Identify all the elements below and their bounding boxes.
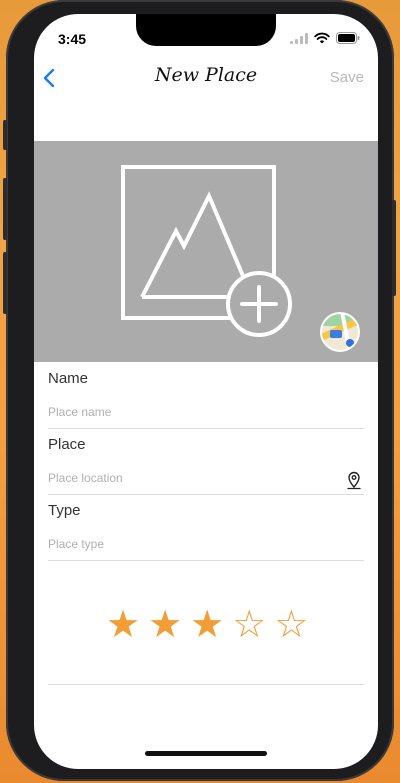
rating-control: ★ ★ ★ ☆ ☆ (106, 604, 308, 644)
mute-switch (3, 120, 7, 150)
star-1-filled-icon[interactable]: ★ (106, 604, 140, 644)
screen: 3:45 New Place Save Name Place name Plac… (34, 14, 378, 769)
status-time: 3:45 (58, 31, 87, 47)
divider (48, 684, 364, 685)
place-name-input[interactable] (48, 402, 364, 422)
place-label: Place (48, 436, 86, 453)
place-type-input[interactable] (48, 534, 364, 554)
home-indicator[interactable] (145, 751, 267, 756)
star-4-empty-icon[interactable]: ☆ (232, 604, 266, 644)
save-button[interactable]: Save (330, 69, 364, 86)
battery-icon (336, 32, 360, 44)
page-title: New Place (154, 64, 258, 86)
maps-app-icon[interactable] (320, 312, 360, 352)
star-2-filled-icon[interactable]: ★ (148, 604, 182, 644)
divider (48, 560, 364, 561)
divider (48, 428, 364, 429)
divider (48, 494, 364, 495)
signal-icon (290, 32, 308, 44)
volume-up-button (3, 178, 7, 240)
star-3-filled-icon[interactable]: ★ (190, 604, 224, 644)
navigation-bar: New Place Save (34, 62, 378, 96)
phone-frame: 3:45 New Place Save Name Place name Plac… (3, 0, 396, 781)
notch (136, 14, 276, 46)
type-label: Type (48, 502, 81, 519)
power-button (392, 200, 396, 296)
wifi-icon (314, 32, 330, 44)
name-label: Name (48, 370, 89, 387)
volume-down-button (3, 252, 7, 314)
place-location-input[interactable] (48, 468, 338, 488)
star-5-empty-icon[interactable]: ☆ (274, 604, 308, 644)
place-image-picker[interactable] (34, 141, 378, 362)
location-pin-icon[interactable] (346, 470, 362, 490)
status-icons (290, 32, 360, 44)
